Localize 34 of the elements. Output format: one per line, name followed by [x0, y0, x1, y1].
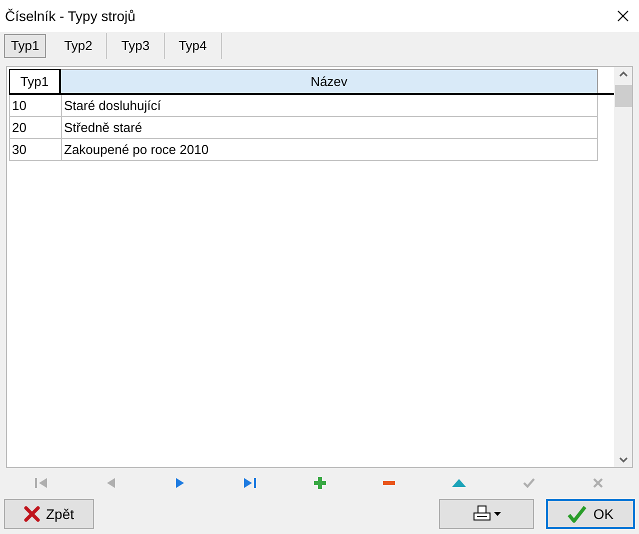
- back-button[interactable]: Zpět: [4, 499, 94, 529]
- tab[interactable]: Typ3: [107, 33, 165, 59]
- checkmark-icon: [567, 505, 588, 523]
- table-cell: Staré dosluhující: [61, 95, 598, 117]
- table-cell: 10: [9, 95, 61, 117]
- printer-icon: [472, 505, 490, 523]
- last-record-icon: [242, 477, 257, 489]
- column-header[interactable]: Název: [61, 69, 598, 93]
- ok-button[interactable]: OK: [546, 499, 635, 529]
- tab[interactable]: Typ2: [50, 33, 108, 59]
- scroll-down-icon[interactable]: [618, 457, 628, 463]
- first-record-icon: [34, 477, 48, 489]
- close-icon[interactable]: [617, 10, 629, 22]
- scroll-thumb[interactable]: [614, 85, 632, 107]
- dropdown-caret-icon: [494, 512, 500, 516]
- minus-icon: [383, 481, 396, 485]
- cross-icon: [24, 506, 40, 522]
- table-cell: 30: [9, 139, 61, 161]
- column-header[interactable]: Typ1: [9, 69, 61, 93]
- print-button[interactable]: [439, 499, 534, 529]
- scrollbar[interactable]: [614, 67, 632, 467]
- next-record-icon: [175, 477, 186, 489]
- tab[interactable]: Typ1: [4, 34, 46, 58]
- plus-icon: [314, 477, 326, 489]
- up-triangle-icon: [452, 479, 466, 487]
- scroll-up-icon[interactable]: [618, 71, 628, 77]
- close-icon: [593, 478, 604, 488]
- table-cell: 20: [9, 117, 61, 139]
- window-title: Číselník - Typy strojů: [5, 6, 136, 26]
- table-cell: Středně staré: [61, 117, 598, 139]
- table-cell: Zakoupené po roce 2010: [61, 139, 598, 161]
- previous-record-icon: [106, 477, 116, 489]
- tab[interactable]: Typ4: [164, 33, 222, 59]
- checkmark-icon: [522, 478, 535, 488]
